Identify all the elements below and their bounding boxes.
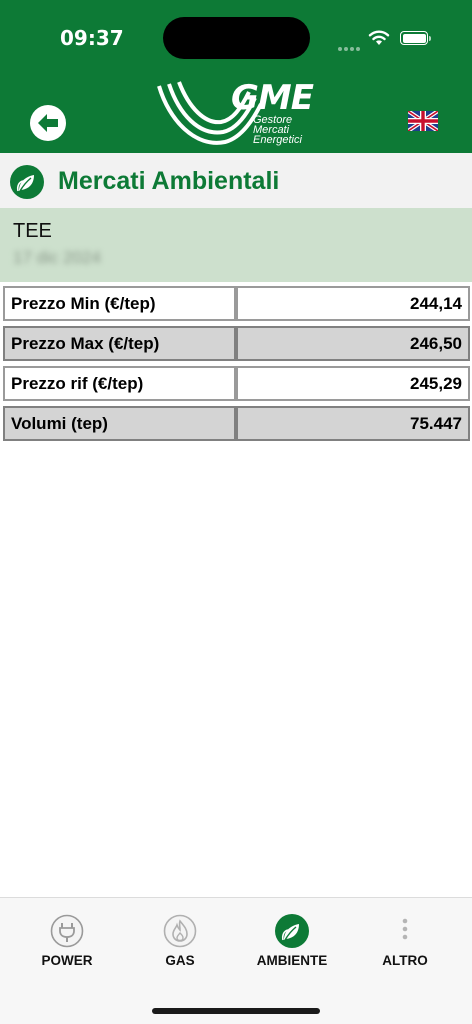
tab-label: POWER [41, 953, 93, 968]
battery-icon [400, 31, 431, 45]
row-value: 245,29 [236, 366, 470, 401]
row-value: 75.447 [236, 406, 470, 441]
table-row: Volumi (tep) 75.447 [3, 406, 470, 441]
price-table: Prezzo Min (€/tep) 244,14 Prezzo Max (€/… [3, 286, 470, 446]
logo-title: GME [231, 78, 314, 118]
row-value: 244,14 [236, 286, 470, 321]
arrow-left-icon [38, 114, 58, 132]
row-label: Volumi (tep) [3, 406, 236, 441]
table-row: Prezzo rif (€/tep) 245,29 [3, 366, 470, 401]
tab-altro[interactable]: ALTRO [355, 914, 455, 974]
table-row: Prezzo Max (€/tep) 246,50 [3, 326, 470, 361]
tab-label: ALTRO [382, 953, 428, 968]
tab-power[interactable]: POWER [17, 914, 117, 974]
uk-flag-icon[interactable] [408, 111, 438, 131]
market-date: 17 dic 2024 [13, 248, 101, 267]
status-icons [338, 30, 434, 51]
plug-icon [50, 914, 84, 948]
row-value: 246,50 [236, 326, 470, 361]
tab-ambiente[interactable]: AMBIENTE [242, 914, 342, 974]
home-indicator[interactable] [152, 1008, 320, 1014]
row-label: Prezzo Max (€/tep) [3, 326, 236, 361]
market-name: TEE [13, 220, 52, 242]
gme-logo: GME Gestore Mercati Energetici [155, 78, 320, 150]
leaf-icon [275, 914, 309, 948]
tab-gas[interactable]: GAS [130, 914, 230, 974]
market-panel [0, 208, 472, 282]
logo-subtitle: Gestore Mercati Energetici [253, 114, 302, 146]
table-row: Prezzo Min (€/tep) 244,14 [3, 286, 470, 321]
page-title: Mercati Ambientali [58, 167, 280, 195]
dynamic-island [163, 17, 310, 59]
flame-icon [163, 914, 197, 948]
signal-icon [338, 38, 362, 56]
wifi-icon [368, 30, 390, 45]
more-icon [402, 918, 408, 940]
row-label: Prezzo Min (€/tep) [3, 286, 236, 321]
tab-label: AMBIENTE [256, 953, 328, 968]
row-label: Prezzo rif (€/tep) [3, 366, 236, 401]
back-button[interactable] [30, 105, 66, 141]
leaf-icon [10, 165, 44, 199]
tab-label: GAS [165, 953, 195, 968]
status-time: 09:37 [60, 26, 124, 50]
